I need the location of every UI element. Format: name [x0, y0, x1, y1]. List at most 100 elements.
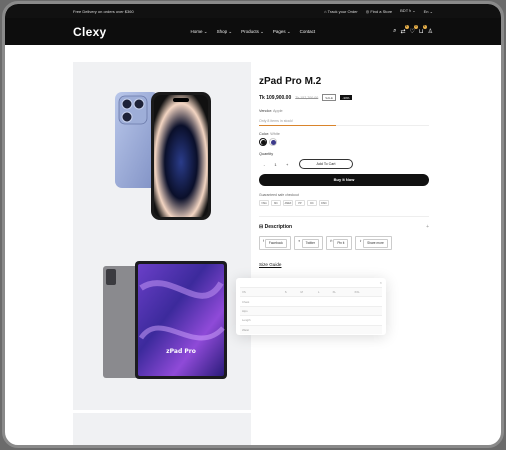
sale-badge: SALE [322, 94, 336, 101]
discount-badge: -30% [339, 95, 352, 100]
discover-icon: DISC [319, 200, 329, 206]
size-table-cell [282, 324, 299, 335]
size-table-row: XS S M L XL XXL [240, 286, 382, 297]
size-table: XS S M L XL XXL Chest Hips Length Waist [240, 286, 382, 335]
guarantee-text: Guaranteed safe checkout [259, 193, 299, 197]
size-table-cell [330, 305, 353, 316]
close-icon[interactable]: × [380, 280, 382, 285]
color-swatches [259, 138, 429, 146]
size-table-cell [352, 315, 382, 326]
size-table-row: Hips [240, 305, 382, 316]
size-table-cell: Hips [240, 305, 283, 316]
browser-frame: Free Delivery on orders over $360 ⌂ Trac… [2, 1, 504, 448]
swatch-black[interactable] [259, 138, 267, 146]
product-gallery: zPad Pro [73, 62, 251, 448]
size-table-cell [352, 324, 382, 335]
size-table-cell [298, 305, 317, 316]
size-table-cell: S [282, 286, 299, 297]
main-nav: Home ⌄ Shop ⌄ Products ⌄ Pages ⌄ Contact [191, 29, 316, 35]
cart-icon[interactable]: ⊔ 0 [419, 25, 427, 35]
cart-badge: 0 [422, 25, 427, 29]
size-table-cell [330, 296, 353, 307]
currency-selector[interactable]: BDT ৳ ⌄ [400, 8, 416, 15]
size-table-cell: M [298, 286, 317, 297]
size-table-cell: XL [330, 286, 353, 297]
size-table-cell [330, 324, 353, 335]
gallery-image-2[interactable] [73, 413, 251, 448]
share-more-button[interactable]: ⇪ Share more [355, 236, 392, 250]
share-buttons: f Facebook ✦ Twitter ℗ Pin it ⇪ Share mo… [259, 236, 429, 250]
payment-icons: VISA MC AMEX PP DC DISC [259, 200, 429, 206]
size-table-row: Chest [240, 296, 382, 307]
mastercard-icon: MC [271, 200, 281, 206]
language-selector[interactable]: En ⌄ [424, 9, 433, 14]
size-table-cell: XS [240, 286, 283, 297]
description-label: Description [264, 224, 293, 230]
qty-minus-button[interactable]: - [264, 162, 265, 167]
add-to-cart-button[interactable]: Add To Cart [299, 159, 353, 169]
quantity-label: Quantity [259, 152, 274, 156]
site-logo[interactable]: Clexy [73, 25, 107, 39]
swatch-purple[interactable] [269, 138, 277, 146]
visa-icon: VISA [259, 200, 269, 206]
compare-badge: 0 [404, 25, 409, 29]
product-title: zPad Pro M.2 [259, 76, 322, 87]
product-info: zPad Pro M.2 Tk 109,900.00 Tk 157,700.00… [259, 62, 429, 267]
size-table-cell [298, 315, 317, 326]
color-value: White [270, 132, 280, 136]
wishlist-badge: 0 [413, 25, 418, 29]
size-table-cell [298, 296, 317, 307]
compare-icon[interactable]: ⇄ 0 [401, 25, 409, 35]
size-table-cell [330, 315, 353, 326]
tablet-screen-text: zPad Pro [166, 348, 196, 355]
phone-image [115, 92, 211, 220]
nav-products[interactable]: Products ⌄ [241, 29, 264, 35]
current-price: Tk 109,900.00 [259, 94, 292, 101]
size-guide-link[interactable]: Size Guide [259, 262, 429, 267]
description-toggle[interactable]: ⊟ Description + [259, 216, 429, 230]
partial-product-image [143, 447, 203, 448]
diners-icon: DC [307, 200, 317, 206]
size-table-cell: Waist [240, 324, 283, 335]
search-icon[interactable]: ⌕ [393, 28, 396, 35]
size-table-cell [316, 315, 331, 326]
stock-progress [259, 125, 429, 126]
announcement-bar: Free Delivery on orders over $360 ⌂ Trac… [5, 4, 501, 18]
account-icon[interactable]: ♙ [428, 28, 433, 35]
size-table-cell: Length [240, 315, 283, 326]
paypal-icon: PP [295, 200, 305, 206]
gallery-image-1[interactable]: zPad Pro [73, 62, 251, 410]
share-facebook-button[interactable]: f Facebook [259, 236, 291, 250]
vendor-name[interactable]: Apple [273, 109, 283, 113]
nav-shop[interactable]: Shop ⌄ [217, 29, 233, 35]
wishlist-icon[interactable]: ♡ 0 [410, 25, 418, 35]
tablet-image: zPad Pro [103, 261, 227, 379]
size-table-row: Length [240, 315, 382, 326]
track-order-link[interactable]: ⌂ Track your Order [324, 9, 358, 14]
share-twitter-button[interactable]: ✦ Twitter [293, 236, 323, 250]
share-pinterest-button[interactable]: ℗ Pin it [325, 236, 353, 250]
size-table-cell [282, 296, 299, 307]
nav-contact[interactable]: Contact [300, 29, 316, 35]
header-icons: ⌕ ⇄ 0 ♡ 0 ⊔ 0 ♙ [393, 25, 433, 35]
vendor-row: Vendor: Apple [259, 109, 283, 113]
promo-text: Free Delivery on orders over $360 [73, 8, 134, 14]
stock-text: Only 8 items in stock! [259, 119, 294, 123]
qty-input[interactable]: 1 [274, 162, 276, 167]
color-row: Color: White [259, 132, 280, 136]
size-table-cell [316, 305, 331, 316]
nav-home[interactable]: Home ⌄ [191, 29, 208, 35]
size-table-cell [282, 305, 299, 316]
nav-pages[interactable]: Pages ⌄ [273, 29, 291, 35]
size-table-cell [352, 296, 382, 307]
size-table-cell [282, 315, 299, 326]
expand-icon: + [426, 224, 429, 230]
old-price: Tk 157,700.00 [295, 95, 319, 100]
buy-now-button[interactable]: Buy It Now [259, 174, 429, 186]
price-row: Tk 109,900.00 Tk 157,700.00 SALE -30% [259, 94, 429, 101]
size-table-cell [298, 324, 317, 335]
find-store-link[interactable]: ◎ Find a Store [366, 9, 392, 14]
qty-plus-button[interactable]: + [286, 162, 288, 167]
size-table-row: Waist [240, 324, 382, 335]
size-table-cell: Chest [240, 296, 283, 307]
